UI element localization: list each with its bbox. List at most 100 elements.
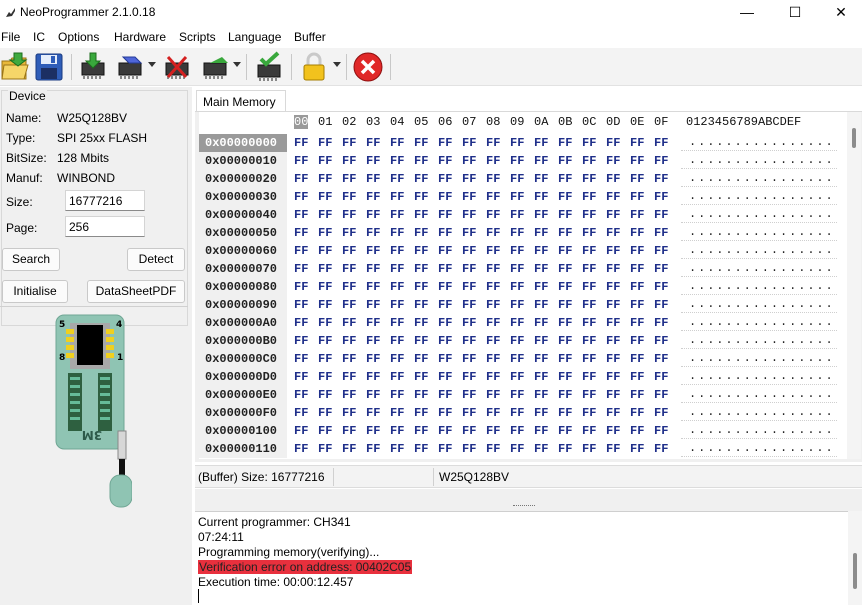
hex-byte-cell[interactable]: FF xyxy=(414,260,428,276)
hex-byte-cell[interactable]: FF xyxy=(366,152,380,168)
hex-byte-cell[interactable]: FF xyxy=(318,422,332,438)
hex-byte-cell[interactable]: FF xyxy=(558,314,572,330)
hex-byte-cell[interactable]: FF xyxy=(654,350,668,366)
hex-byte-cell[interactable]: FF xyxy=(558,332,572,348)
hex-byte-cell[interactable]: FF xyxy=(654,368,668,384)
row-address[interactable]: 0x00000100 xyxy=(199,422,287,440)
column-header[interactable]: 0B xyxy=(558,115,572,129)
row-address[interactable]: 0x000000A0 xyxy=(199,314,287,332)
initialise-button[interactable]: Initialise xyxy=(2,280,68,303)
hex-byte-cell[interactable]: FF xyxy=(630,350,644,366)
column-header[interactable]: 06 xyxy=(438,115,452,129)
hex-byte-cell[interactable]: FF xyxy=(294,296,308,312)
row-address[interactable]: 0x00000070 xyxy=(199,260,287,278)
hex-byte-cell[interactable]: FF xyxy=(630,422,644,438)
hex-byte-cell[interactable]: FF xyxy=(486,170,500,186)
menu-scripts[interactable]: Scripts xyxy=(179,30,216,44)
panel-splitter[interactable] xyxy=(195,489,862,511)
hex-byte-cell[interactable]: FF xyxy=(342,350,356,366)
hex-byte-cell[interactable]: FF xyxy=(318,350,332,366)
column-header[interactable]: 05 xyxy=(414,115,428,129)
hex-byte-cell[interactable]: FF xyxy=(486,278,500,294)
hex-scrollbar-thumb[interactable] xyxy=(852,128,856,148)
hex-byte-cell[interactable]: FF xyxy=(486,260,500,276)
tab-main-memory[interactable]: Main Memory xyxy=(196,90,286,112)
hex-byte-cell[interactable]: FF xyxy=(630,278,644,294)
hex-byte-cell[interactable]: FF xyxy=(294,386,308,402)
hex-byte-cell[interactable]: FF xyxy=(630,170,644,186)
hex-byte-cell[interactable]: FF xyxy=(582,368,596,384)
ascii-cell[interactable]: ................ xyxy=(681,260,837,277)
hex-byte-cell[interactable]: FF xyxy=(534,404,548,420)
hex-byte-cell[interactable]: FF xyxy=(630,296,644,312)
hex-byte-cell[interactable]: FF xyxy=(558,350,572,366)
ascii-cell[interactable]: ................ xyxy=(681,314,837,331)
hex-byte-cell[interactable]: FF xyxy=(606,224,620,240)
menu-ic[interactable]: IC xyxy=(33,30,45,44)
column-header[interactable]: 0C xyxy=(582,115,596,129)
close-button[interactable]: ✕ xyxy=(818,0,862,26)
hex-byte-cell[interactable]: FF xyxy=(294,278,308,294)
menu-options[interactable]: Options xyxy=(58,30,99,44)
ascii-cell[interactable]: ................ xyxy=(681,242,837,259)
hex-byte-cell[interactable]: FF xyxy=(582,404,596,420)
hex-byte-cell[interactable]: FF xyxy=(582,170,596,186)
row-address[interactable]: 0x000000E0 xyxy=(199,386,287,404)
column-header[interactable]: 04 xyxy=(390,115,404,129)
hex-byte-cell[interactable]: FF xyxy=(366,314,380,330)
hex-byte-cell[interactable]: FF xyxy=(294,350,308,366)
hex-byte-cell[interactable]: FF xyxy=(438,242,452,258)
hex-byte-cell[interactable]: FF xyxy=(462,440,476,456)
hex-byte-cell[interactable]: FF xyxy=(318,296,332,312)
hex-byte-cell[interactable]: FF xyxy=(510,314,524,330)
hex-byte-cell[interactable]: FF xyxy=(486,224,500,240)
hex-byte-cell[interactable]: FF xyxy=(486,206,500,222)
hex-byte-cell[interactable]: FF xyxy=(510,278,524,294)
hex-byte-cell[interactable]: FF xyxy=(342,170,356,186)
hex-byte-cell[interactable]: FF xyxy=(414,278,428,294)
column-header[interactable]: 08 xyxy=(486,115,500,129)
hex-byte-cell[interactable]: FF xyxy=(558,404,572,420)
hex-byte-cell[interactable]: FF xyxy=(462,350,476,366)
hex-byte-cell[interactable]: FF xyxy=(582,350,596,366)
hex-byte-cell[interactable]: FF xyxy=(558,134,572,150)
hex-byte-cell[interactable]: FF xyxy=(654,440,668,456)
hex-byte-cell[interactable]: FF xyxy=(390,296,404,312)
hex-byte-cell[interactable]: FF xyxy=(558,152,572,168)
hex-byte-cell[interactable]: FF xyxy=(462,260,476,276)
hex-byte-cell[interactable]: FF xyxy=(534,224,548,240)
hex-byte-cell[interactable]: FF xyxy=(414,350,428,366)
row-address[interactable]: 0x00000050 xyxy=(199,224,287,242)
hex-scrollbar[interactable] xyxy=(847,112,861,459)
hex-byte-cell[interactable]: FF xyxy=(486,188,500,204)
hex-byte-cell[interactable]: FF xyxy=(294,422,308,438)
row-address[interactable]: 0x00000060 xyxy=(199,242,287,260)
row-address[interactable]: 0x00000010 xyxy=(199,152,287,170)
hex-byte-cell[interactable]: FF xyxy=(582,224,596,240)
ascii-cell[interactable]: ................ xyxy=(681,368,837,385)
column-header[interactable]: 02 xyxy=(342,115,356,129)
hex-byte-cell[interactable]: FF xyxy=(510,260,524,276)
erase-chip-icon[interactable] xyxy=(162,51,192,83)
ascii-cell[interactable]: ................ xyxy=(681,404,837,421)
hex-byte-cell[interactable]: FF xyxy=(558,440,572,456)
hex-byte-cell[interactable]: FF xyxy=(630,134,644,150)
hex-byte-cell[interactable]: FF xyxy=(414,206,428,222)
write-chip-icon[interactable] xyxy=(115,51,145,83)
hex-byte-cell[interactable]: FF xyxy=(654,188,668,204)
hex-byte-cell[interactable]: FF xyxy=(390,422,404,438)
hex-byte-cell[interactable]: FF xyxy=(534,350,548,366)
hex-byte-cell[interactable]: FF xyxy=(486,368,500,384)
verify-chip-icon[interactable] xyxy=(200,51,230,83)
hex-byte-cell[interactable]: FF xyxy=(318,332,332,348)
hex-byte-cell[interactable]: FF xyxy=(318,440,332,456)
log-scrollbar-thumb[interactable] xyxy=(853,553,857,589)
hex-byte-cell[interactable]: FF xyxy=(390,314,404,330)
hex-byte-cell[interactable]: FF xyxy=(462,368,476,384)
hex-byte-cell[interactable]: FF xyxy=(342,404,356,420)
hex-byte-cell[interactable]: FF xyxy=(438,422,452,438)
hex-byte-cell[interactable]: FF xyxy=(294,134,308,150)
ascii-cell[interactable]: ................ xyxy=(681,170,837,187)
hex-byte-cell[interactable]: FF xyxy=(390,440,404,456)
hex-byte-cell[interactable]: FF xyxy=(510,206,524,222)
